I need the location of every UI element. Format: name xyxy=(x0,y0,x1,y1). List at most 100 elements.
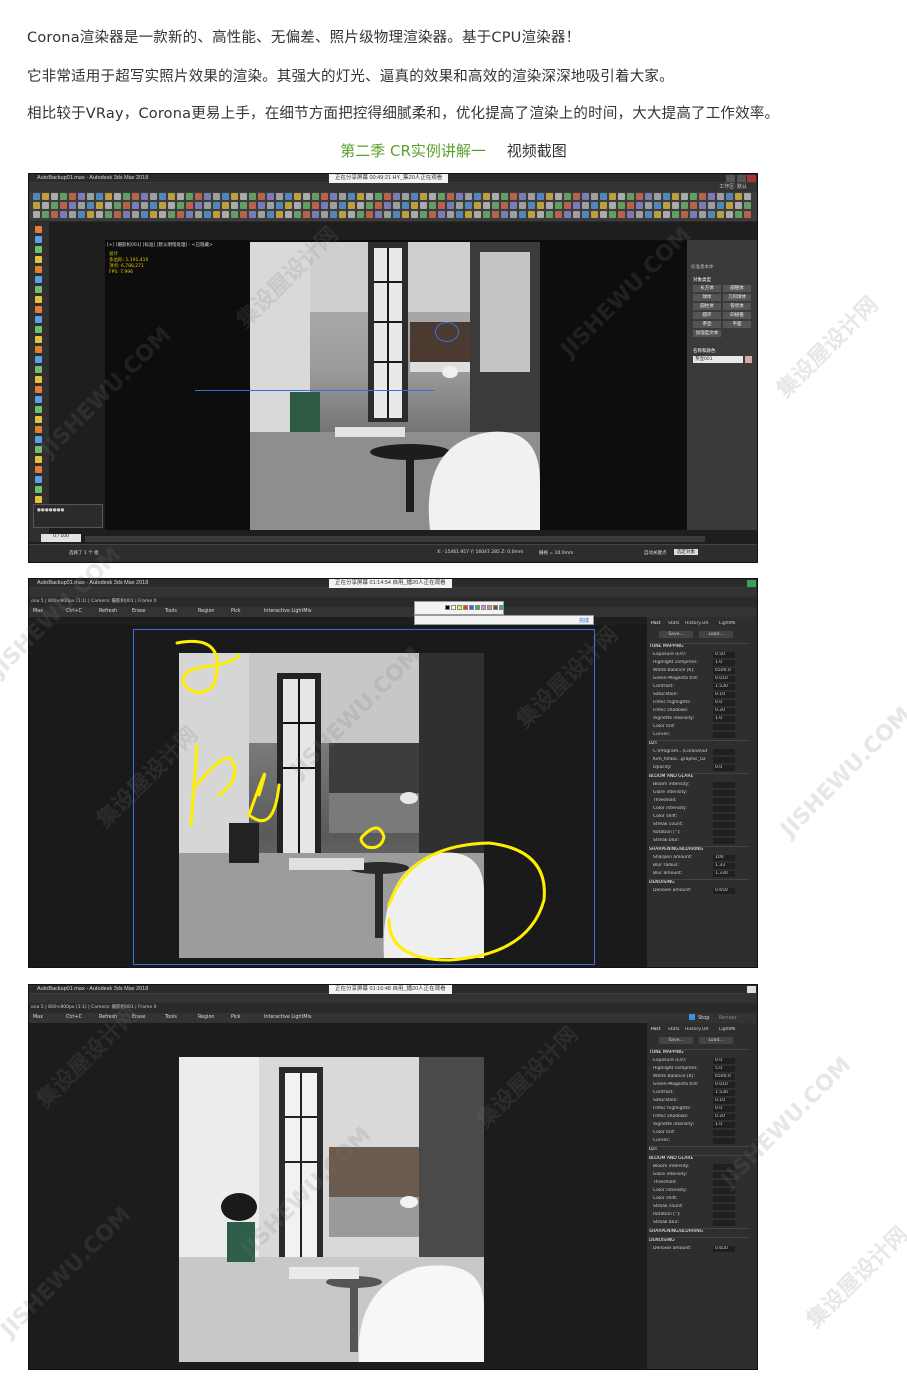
palette-swatch[interactable] xyxy=(499,605,504,610)
toolbar-icon[interactable] xyxy=(231,202,238,209)
toolbar-icon[interactable] xyxy=(375,211,382,218)
toolbar-icon[interactable] xyxy=(339,193,346,200)
left-tool-icon[interactable] xyxy=(35,426,42,433)
toolbar-icon[interactable] xyxy=(51,211,58,218)
toolbar-icon[interactable] xyxy=(69,193,76,200)
toolbar-icon[interactable] xyxy=(195,193,202,200)
vfb-canvas[interactable] xyxy=(29,625,649,967)
toolbar-icon[interactable] xyxy=(267,193,274,200)
left-tool-icon[interactable] xyxy=(35,456,42,463)
toolbar-icon[interactable] xyxy=(519,202,526,209)
toolbar-icon[interactable] xyxy=(717,211,724,218)
field-value[interactable] xyxy=(713,806,735,812)
autokey-button[interactable]: 自动关键点 xyxy=(644,550,667,556)
toolbar-icon[interactable] xyxy=(717,202,724,209)
toolbar-icon[interactable] xyxy=(501,193,508,200)
toolbar-icon[interactable] xyxy=(591,193,598,200)
vfb-toolbar-item[interactable]: Pick xyxy=(231,607,241,617)
toolbar-icon[interactable] xyxy=(267,211,274,218)
field-value[interactable]: 0.010 xyxy=(713,676,735,682)
toolbar-icon[interactable] xyxy=(240,202,247,209)
toolbar-icon[interactable] xyxy=(519,193,526,200)
toolbar-icon[interactable] xyxy=(402,193,409,200)
toolbar-icon[interactable] xyxy=(672,193,679,200)
field-value[interactable] xyxy=(713,1138,735,1144)
toolbar-icon[interactable] xyxy=(330,202,337,209)
left-tool-icon[interactable] xyxy=(35,316,42,323)
toolbar-icon[interactable] xyxy=(312,211,319,218)
toolbar-icon[interactable] xyxy=(69,211,76,218)
toolbar-icon[interactable] xyxy=(222,193,229,200)
field-value[interactable] xyxy=(713,1130,735,1136)
toolbar-icon[interactable] xyxy=(600,211,607,218)
toolbar-icon[interactable] xyxy=(726,193,733,200)
toolbar-icon[interactable] xyxy=(573,202,580,209)
toolbar-icon[interactable] xyxy=(321,211,328,218)
toolbar-icon[interactable] xyxy=(195,202,202,209)
object-name-field[interactable]: 茶壶001 xyxy=(693,356,743,363)
toolbar-icon[interactable] xyxy=(636,202,643,209)
toolbar-icon[interactable] xyxy=(159,211,166,218)
toolbar-icon[interactable] xyxy=(546,202,553,209)
load-button[interactable]: Load... xyxy=(699,1037,733,1044)
toolbar-icon[interactable] xyxy=(708,211,715,218)
toolbar-icon[interactable] xyxy=(483,202,490,209)
toolbar-icon[interactable] xyxy=(411,193,418,200)
toolbar-icon[interactable] xyxy=(186,193,193,200)
left-tool-icon[interactable] xyxy=(35,226,42,233)
left-tool-icon[interactable] xyxy=(35,466,42,473)
toolbar-icon[interactable] xyxy=(123,193,130,200)
toolbar-icon[interactable] xyxy=(105,211,112,218)
field-value[interactable]: 0.10 xyxy=(713,1098,735,1104)
toolbar-icon[interactable] xyxy=(357,211,364,218)
toolbar-icon[interactable] xyxy=(573,211,580,218)
field-value[interactable]: 0.50 xyxy=(713,652,735,658)
toolbar-icon[interactable] xyxy=(366,193,373,200)
render-button[interactable]: Render xyxy=(719,1013,737,1023)
toolbar-icon[interactable] xyxy=(240,193,247,200)
toolbar-icon[interactable] xyxy=(312,193,319,200)
toolbar-icon[interactable] xyxy=(177,193,184,200)
toolbar-icon[interactable] xyxy=(348,193,355,200)
section-header[interactable]: SHARPENING/BLURRING xyxy=(649,1228,749,1234)
toolbar-icon[interactable] xyxy=(375,202,382,209)
toolbar-icon[interactable] xyxy=(600,193,607,200)
toolbar-icon[interactable] xyxy=(177,202,184,209)
left-tool-icon[interactable] xyxy=(35,436,42,443)
left-tool-icon[interactable] xyxy=(35,366,42,373)
toolbar-icon[interactable] xyxy=(285,193,292,200)
workspace-selector[interactable]: 工作区: 默认 xyxy=(719,183,747,192)
toolbar-icon[interactable] xyxy=(672,211,679,218)
left-tool-icon[interactable] xyxy=(35,406,42,413)
toolbar-icon[interactable] xyxy=(420,202,427,209)
toolbar-icon[interactable] xyxy=(42,202,49,209)
toolbar-icon[interactable] xyxy=(528,211,535,218)
toolbar-icon[interactable] xyxy=(447,211,454,218)
toolbar-icon[interactable] xyxy=(681,211,688,218)
toolbar-icon[interactable] xyxy=(510,211,517,218)
palette-swatch[interactable] xyxy=(475,605,480,610)
field-value[interactable] xyxy=(713,1164,735,1170)
post-tab[interactable]: History xyxy=(685,1027,702,1032)
toolbar-icon[interactable] xyxy=(636,211,643,218)
toolbar-icon[interactable] xyxy=(231,211,238,218)
field-value[interactable] xyxy=(713,830,735,836)
selected-objects-dropdown[interactable]: 选定对象 xyxy=(674,549,698,555)
field-value[interactable]: 0.0 xyxy=(713,700,735,706)
vfb-canvas[interactable] xyxy=(29,1023,649,1369)
palette-swatch[interactable] xyxy=(493,605,498,610)
toolbar-icon[interactable] xyxy=(348,202,355,209)
field-value[interactable] xyxy=(713,814,735,820)
toolbar-icon[interactable] xyxy=(681,202,688,209)
vfb-toolbar-item[interactable]: Ctrl+C xyxy=(66,607,82,617)
field-value[interactable]: 0.20 xyxy=(713,1114,735,1120)
toolbar-icon[interactable] xyxy=(87,202,94,209)
toolbar-icon[interactable] xyxy=(501,211,508,218)
toolbar-icon[interactable] xyxy=(240,211,247,218)
toolbar-icon[interactable] xyxy=(672,202,679,209)
toolbar-icon[interactable] xyxy=(555,193,562,200)
left-tool-icon[interactable] xyxy=(35,256,42,263)
toolbar-icon[interactable] xyxy=(114,211,121,218)
object-type-button[interactable]: 球体 xyxy=(693,294,721,301)
section-header[interactable]: TONE MAPPING xyxy=(649,1049,749,1055)
